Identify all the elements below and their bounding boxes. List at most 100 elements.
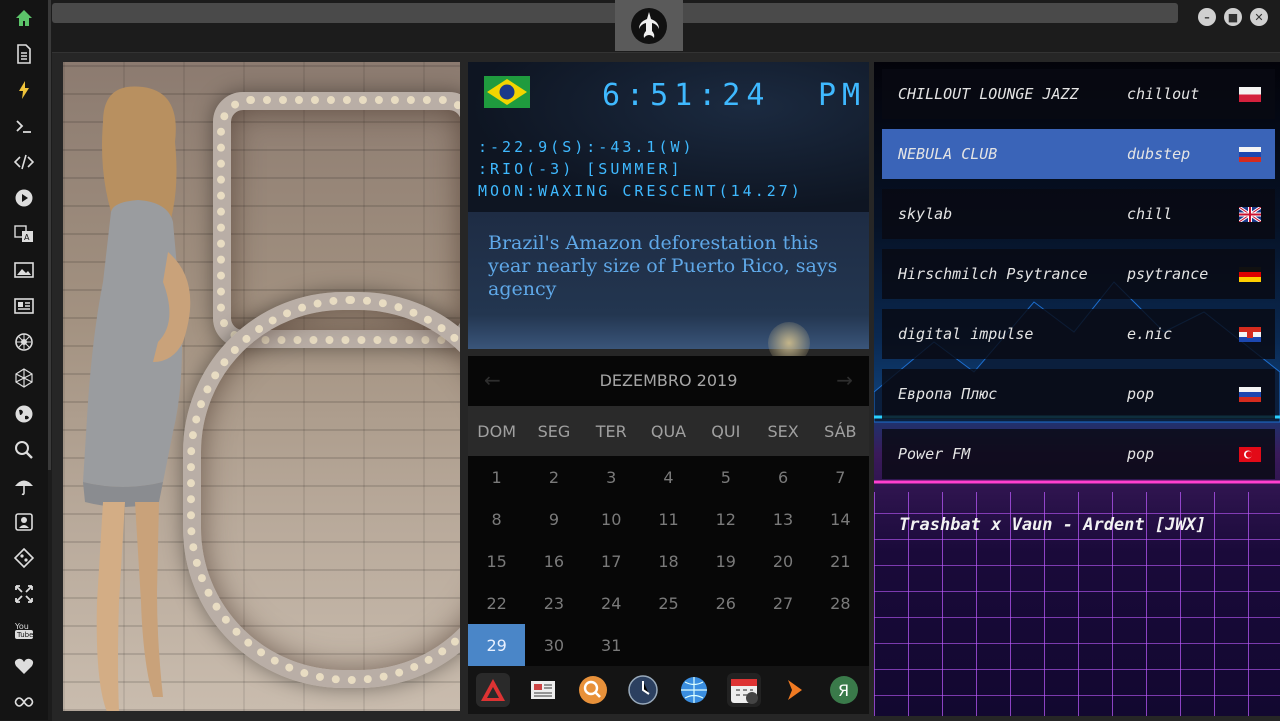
calendar-weekdays: DOM SEG TER QUA QUI SEX SÁB — [468, 406, 869, 456]
calendar-day[interactable]: 28 — [812, 582, 869, 624]
calendar-day[interactable]: 15 — [468, 540, 525, 582]
news-widget[interactable]: Brazil's Amazon deforestation this year … — [468, 212, 869, 364]
radio-station-row[interactable]: skylab chill — [882, 189, 1275, 239]
calendar-day[interactable]: 14 — [812, 498, 869, 540]
umbrella-icon[interactable] — [12, 474, 36, 498]
lightning-icon[interactable] — [12, 78, 36, 102]
calendar-day[interactable]: 22 — [468, 582, 525, 624]
calendar-day[interactable]: 16 — [525, 540, 582, 582]
search-icon[interactable] — [12, 438, 36, 462]
clock-coordinates: :-22.9(S):-43.1(W) — [478, 138, 695, 156]
calendar-day[interactable]: 3 — [583, 456, 640, 498]
radio-station-row[interactable]: CHILLOUT LOUNGE JAZZ chillout — [882, 69, 1275, 119]
news-headline[interactable]: Brazil's Amazon deforestation this year … — [488, 232, 848, 301]
search-icon[interactable] — [576, 673, 610, 707]
calendar-day[interactable]: 24 — [583, 582, 640, 624]
code-icon[interactable] — [12, 150, 36, 174]
heart-icon[interactable] — [12, 654, 36, 678]
calendar-day[interactable]: 2 — [525, 456, 582, 498]
window-controls: – ■ ✕ — [1198, 8, 1268, 26]
gb-flag-icon — [1239, 207, 1261, 222]
youtube-icon[interactable]: You Tube — [12, 618, 36, 642]
calendar-day[interactable]: 27 — [754, 582, 811, 624]
weekday-label: SEX — [767, 421, 799, 441]
svg-text:Tube: Tube — [16, 631, 33, 639]
rebel-logo-tab[interactable] — [615, 0, 683, 51]
calendar-day[interactable]: 4 — [640, 456, 697, 498]
yandex-icon[interactable]: Я — [827, 673, 861, 707]
clock-ampm: PM — [818, 78, 867, 113]
news-icon[interactable] — [12, 294, 36, 318]
weekday-label: TER — [595, 421, 627, 441]
weekday-label: QUA — [650, 421, 687, 441]
radio-station-row[interactable]: digital impulse e.nic — [882, 309, 1275, 359]
calendar-day[interactable]: 9 — [525, 498, 582, 540]
pl-flag-icon — [1239, 87, 1261, 102]
settings-wheel-icon[interactable] — [12, 330, 36, 354]
station-name: Power FM — [898, 445, 971, 463]
radio-station-row[interactable]: Power FM pop — [882, 429, 1275, 479]
station-name: Европа Плюс — [898, 385, 998, 403]
infinity-icon[interactable] — [12, 690, 36, 714]
calendar-day[interactable]: 20 — [754, 540, 811, 582]
clock-icon[interactable] — [626, 673, 660, 707]
arrow-icon[interactable] — [777, 673, 811, 707]
svg-text:Я: Я — [838, 681, 849, 700]
maximize-button[interactable]: ■ — [1224, 8, 1242, 26]
calendar-day[interactable]: 31 — [583, 624, 640, 666]
radio-widget: CHILLOUT LOUNGE JAZZ chillout NEBULA CLUB d… — [874, 62, 1280, 716]
calendar-day[interactable]: 11 — [640, 498, 697, 540]
browser-icon[interactable] — [677, 673, 711, 707]
calendar-day[interactable]: 8 — [468, 498, 525, 540]
svg-text:You: You — [14, 622, 29, 631]
radio-station-row[interactable]: Hirschmilch Psytrance psytrance — [882, 249, 1275, 299]
calendar-day[interactable]: 10 — [583, 498, 640, 540]
image-icon[interactable] — [12, 258, 36, 282]
polygon-icon[interactable] — [12, 366, 36, 390]
radio-station-row[interactable]: Европа Плюс pop — [882, 369, 1275, 419]
translate-icon[interactable]: A — [12, 222, 36, 246]
play-icon[interactable] — [12, 186, 36, 210]
app-launcher-icon[interactable] — [476, 673, 511, 707]
station-genre: e.nic — [1127, 325, 1173, 343]
git-icon[interactable] — [12, 546, 36, 570]
calendar-day[interactable]: 26 — [697, 582, 754, 624]
next-month-icon[interactable]: → — [836, 368, 853, 392]
model-figure — [83, 86, 191, 711]
calendar-day[interactable]: 1 — [468, 456, 525, 498]
calendar-day-today[interactable]: 29 — [468, 624, 526, 666]
terminal-icon[interactable] — [12, 114, 36, 138]
newspaper-icon[interactable] — [526, 673, 560, 707]
calendar-day[interactable]: 25 — [640, 582, 697, 624]
radio-station-row[interactable]: NEBULA CLUB dubstep — [882, 129, 1275, 179]
calendar-day[interactable]: 13 — [754, 498, 811, 540]
minimize-button[interactable]: – — [1198, 8, 1216, 26]
calendar-day[interactable]: 6 — [754, 456, 811, 498]
close-button[interactable]: ✕ — [1250, 8, 1268, 26]
home-icon[interactable] — [12, 6, 36, 30]
station-genre: pop — [1127, 445, 1155, 463]
calendar-day[interactable]: 5 — [697, 456, 754, 498]
calendar-day[interactable]: 17 — [583, 540, 640, 582]
calendar-day[interactable]: 7 — [812, 456, 869, 498]
tr-flag-icon — [1239, 447, 1261, 462]
clock-widget: 6:51:24 PM :-22.9(S):-43.1(W) :RIO(-3) [… — [468, 62, 869, 212]
fullscreen-icon[interactable] — [12, 582, 36, 606]
globe-icon[interactable] — [12, 402, 36, 426]
calendar-day[interactable]: 30 — [525, 624, 582, 666]
calendar-icon[interactable] — [726, 673, 761, 707]
calendar-day[interactable]: 18 — [640, 540, 697, 582]
contact-card-icon[interactable] — [12, 510, 36, 534]
calendar-day[interactable]: 23 — [525, 582, 582, 624]
calendar-day[interactable]: 19 — [697, 540, 754, 582]
calendar-day[interactable]: 21 — [812, 540, 869, 582]
calendar-day[interactable]: 12 — [697, 498, 754, 540]
station-genre: pop — [1127, 385, 1155, 403]
calendar-widget: ← DEZEMBRO 2019 → DOM SEG TER QUA QUI SEX SÁB … — [468, 356, 869, 666]
clock-time: 6:51:24 — [602, 78, 771, 113]
document-icon[interactable] — [12, 42, 36, 66]
sidebar-scrollbar[interactable] — [48, 0, 51, 470]
de-flag-icon — [1239, 267, 1261, 282]
station-genre: chill — [1127, 205, 1173, 223]
weekday-label: SÁB — [824, 421, 857, 441]
